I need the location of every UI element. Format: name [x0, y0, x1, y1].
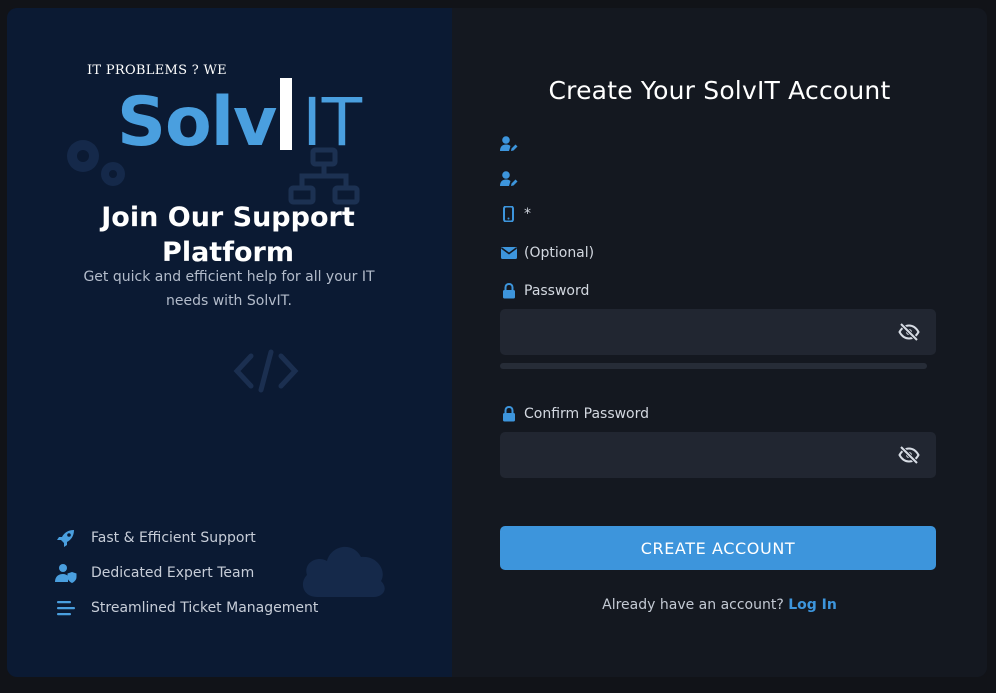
signup-form-panel: Create Your SolvIT Account * (Optional): [452, 8, 987, 677]
envelope-icon: [500, 245, 518, 261]
phone-label-text: *: [524, 206, 531, 222]
feature-item: Streamlined Ticket Management: [55, 590, 318, 625]
feature-label: Fast & Efficient Support: [91, 529, 256, 546]
confirm-password-field[interactable]: [500, 432, 936, 478]
confirm-password-label: Confirm Password: [500, 406, 649, 422]
confirm-password-label-text: Confirm Password: [524, 406, 650, 422]
password-input[interactable]: [500, 309, 936, 355]
logo-text-solv: Solv: [117, 83, 277, 162]
feature-item: Fast & Efficient Support: [55, 520, 318, 555]
password-strength-bar: [500, 363, 927, 369]
password-label-text: Password: [524, 283, 590, 299]
brand-panel-title: Join Our Support Platform: [101, 202, 355, 268]
brand-panel: IT PROBLEMS ? WE Solv IT Join Our Suppor…: [7, 8, 452, 677]
rocket-icon: [55, 527, 77, 549]
password-field[interactable]: [500, 309, 936, 355]
user-edit-icon: [500, 171, 518, 187]
first-name-label: [500, 136, 524, 152]
create-account-button[interactable]: CREATE ACCOUNT: [500, 526, 936, 570]
password-label: Password: [500, 283, 589, 299]
brand-panel-subtitle: Get quick and efficient help for all you…: [83, 269, 375, 309]
solvit-logo: Solv IT: [117, 78, 362, 158]
form-title: Create Your SolvIT Account: [548, 76, 891, 105]
eye-slash-icon[interactable]: [898, 321, 920, 343]
user-edit-icon: [500, 136, 518, 152]
lock-icon: [500, 283, 518, 299]
email-label-text: (Optional): [524, 245, 595, 261]
logo-tagline: IT PROBLEMS ? WE: [87, 63, 227, 78]
eye-slash-icon[interactable]: [898, 444, 920, 466]
feature-label: Streamlined Ticket Management: [91, 599, 319, 616]
logo-text-it: IT: [302, 84, 363, 161]
login-prompt-text: Already have an account?: [602, 597, 784, 613]
login-prompt: Already have an account? Log In: [452, 597, 987, 613]
signup-card: IT PROBLEMS ? WE Solv IT Join Our Suppor…: [7, 8, 987, 677]
last-name-label: [500, 171, 524, 187]
phone-label: *: [500, 206, 531, 222]
feature-item: Dedicated Expert Team: [55, 555, 318, 590]
list-lines-icon: [55, 597, 77, 619]
user-shield-icon: [55, 562, 77, 584]
logo-divider-bar: [280, 78, 293, 150]
confirm-password-input[interactable]: [500, 432, 936, 478]
login-link[interactable]: Log In: [788, 597, 837, 613]
code-icon: [233, 349, 299, 393]
feature-label: Dedicated Expert Team: [91, 564, 255, 581]
feature-list: Fast & Efficient Support Dedicated Exper…: [55, 520, 318, 625]
email-label: (Optional): [500, 245, 594, 261]
mobile-phone-icon: [500, 206, 518, 222]
lock-icon: [500, 406, 518, 422]
